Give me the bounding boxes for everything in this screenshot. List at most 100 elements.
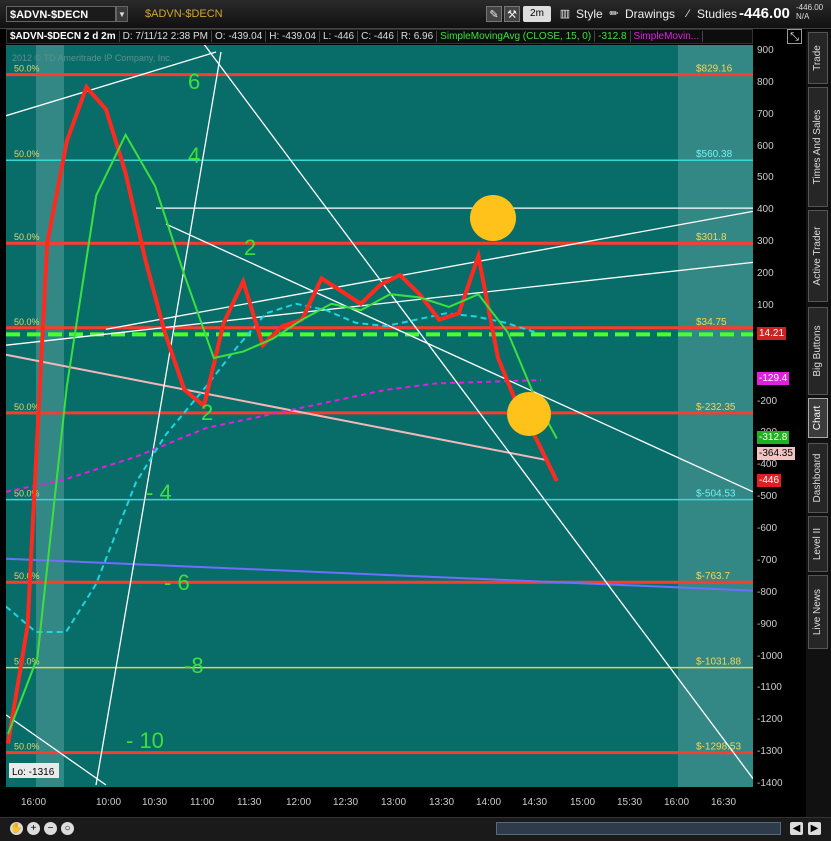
wave-count-label-4: - 4 <box>146 480 172 505</box>
side-tab-trade[interactable]: Trade <box>808 32 828 84</box>
symbol-title: $ADVN-$DECN <box>145 8 223 20</box>
series-line-0 <box>6 83 559 744</box>
zoom-icon[interactable]: ⤡ <box>787 29 802 44</box>
wave-count-label-5: - 6 <box>164 570 190 595</box>
wave-count-label-2: 2 <box>244 235 256 260</box>
side-tab-label: Times And Sales <box>812 109 823 185</box>
watermark: 2012 © TD Ameritrade IP Company, Inc. <box>12 53 173 63</box>
info-close: C: -446 <box>358 31 398 42</box>
x-tick-label: 16:30 <box>711 797 737 808</box>
info-range: R: 6.96 <box>397 31 438 42</box>
side-tab-label: Chart <box>812 405 823 431</box>
price-badge: -312.8 <box>757 431 790 444</box>
fib-price-label-6: $-763.7 <box>696 571 730 582</box>
side-tab-label: Level II <box>812 527 823 561</box>
x-tick-label: 15:00 <box>570 797 596 808</box>
chart-scrollbar[interactable] <box>496 822 781 835</box>
side-tab-dashboard[interactable]: Dashboard <box>808 443 828 513</box>
price-badge: -364.35 <box>757 447 795 460</box>
style-button[interactable]: Style <box>576 6 603 22</box>
top-toolbar: $ADVN-$DECN ▼ $ADVN-$DECN ✎ ⚒ 2m ▥ Style… <box>0 0 831 29</box>
scroll-right-icon[interactable]: ▶ <box>808 822 821 835</box>
wave-count-label-7: - 10 <box>126 728 164 753</box>
reset-zoom-icon[interactable]: ○ <box>61 822 74 835</box>
y-tick-label: 300 <box>757 236 774 248</box>
chart-info-bar: $ADVN-$DECN 2 d 2m D: 7/11/12 2:38 PM O: -… <box>6 29 753 44</box>
info-low: L: -446 <box>319 31 359 42</box>
fib-price-label-1: $560.38 <box>696 149 733 160</box>
y-tick-label: -1100 <box>757 682 782 694</box>
x-tick-label: 13:30 <box>429 797 455 808</box>
wrench-icon[interactable]: ⚒ <box>504 6 520 22</box>
zoom-out-icon[interactable]: − <box>44 822 57 835</box>
price-badge: -129.4 <box>757 372 790 385</box>
fib-pct-label-4: 50.0% <box>14 402 40 412</box>
y-tick-label: -1400 <box>757 778 783 789</box>
info-date: D: 7/11/12 2:38 PM <box>119 31 213 42</box>
last-price: -446.00 <box>739 5 790 22</box>
fib-pct-label-8: 50.0% <box>14 742 40 752</box>
x-tick-label: 14:00 <box>476 797 502 808</box>
purple-trendline <box>6 557 753 592</box>
studies-button[interactable]: Studies <box>697 6 737 22</box>
y-tick-label: 700 <box>757 108 774 120</box>
info-study-value: -312.8 <box>595 31 631 42</box>
side-tab-big-buttons[interactable]: Big Buttons <box>808 307 828 395</box>
side-tab-label: Active Trader <box>812 226 823 286</box>
fib-pct-label-6: 50.0% <box>14 571 40 581</box>
side-tab-active-trader[interactable]: Active Trader <box>808 210 828 302</box>
y-tick-label: -900 <box>757 618 778 630</box>
info-study[interactable]: SimpleMovingAvg (CLOSE, 15, 0) <box>437 31 596 42</box>
price-chart[interactable]: 50.0% $829.16 50.0% $560.38 50.0% $301.8 50.0%… <box>6 45 753 787</box>
symbol-input[interactable]: $ADVN-$DECN <box>6 6 116 22</box>
side-tab-live-news[interactable]: Live News <box>808 575 828 649</box>
y-tick-label: -800 <box>757 586 778 598</box>
y-tick-label: 400 <box>757 204 774 216</box>
y-tick-label: -600 <box>757 523 778 535</box>
highlight-circle-bottom <box>507 392 551 436</box>
x-tick-label: 10:30 <box>142 797 168 808</box>
fib-pct-label-3: 50.0% <box>14 317 40 327</box>
hand-icon[interactable]: ✋ <box>10 822 23 835</box>
x-tick-label: 13:00 <box>381 797 407 808</box>
side-tab-chart[interactable]: Chart <box>808 398 828 438</box>
info-high: H: -439.04 <box>266 31 320 42</box>
symbol-dropdown-icon[interactable]: ▼ <box>116 6 128 22</box>
y-tick-label: 800 <box>757 76 774 88</box>
y-tick-label: -1300 <box>757 746 783 758</box>
x-tick-label: 15:30 <box>617 797 643 808</box>
side-tab-times-and-sales[interactable]: Times And Sales <box>808 87 828 207</box>
wave-count-label-3: 2 <box>201 400 213 425</box>
time-axis[interactable]: 16:00 10:00 10:30 11:00 11:30 12:00 12:30 13:00… <box>6 787 753 817</box>
price-badge: -446 <box>757 474 782 487</box>
side-tab-label: Trade <box>812 45 823 71</box>
wave-count-label-6: -8 <box>184 653 204 678</box>
chart-area[interactable]: 50.0% $829.16 50.0% $560.38 50.0% $301.8 50.0%… <box>6 45 753 787</box>
side-tabs: Trade Times And Sales Active Trader Big But… <box>806 30 831 820</box>
pink-trendline <box>6 353 547 461</box>
magenta-dashed-average <box>6 379 542 493</box>
drawing-tool-icon[interactable]: ✎ <box>486 6 502 22</box>
y-tick-label: 900 <box>757 45 774 56</box>
zoom-in-icon[interactable]: + <box>27 822 40 835</box>
info-description: $ADVN-$DECN 2 d 2m <box>7 31 120 42</box>
y-tick-label: 600 <box>757 140 774 152</box>
info-study2[interactable]: SimpleMovin... <box>630 31 704 42</box>
y-tick-label: -1000 <box>757 650 783 662</box>
y-tick-label: -500 <box>757 491 778 503</box>
side-tab-level-ii[interactable]: Level II <box>808 516 828 572</box>
y-tick-label: 200 <box>757 268 774 280</box>
drawings-button[interactable]: Drawings <box>625 6 675 22</box>
fib-price-label-7: $-1031.88 <box>696 657 741 668</box>
highlight-circle-top <box>470 195 516 241</box>
fib-price-label-8: $-1298.53 <box>696 742 741 753</box>
y-tick-label: 100 <box>757 299 774 311</box>
y-tick-label: -1200 <box>757 714 783 726</box>
price-axis[interactable]: 900800700600500400300200100-200-300-400-… <box>753 45 805 789</box>
side-tab-label: Big Buttons <box>812 325 823 377</box>
fib-price-label-5: $-504.53 <box>696 489 736 500</box>
wave-count-label-0: 6 <box>188 69 200 94</box>
aggregation-button[interactable]: 2m <box>523 6 551 22</box>
fib-price-label-3: $34.75 <box>696 317 727 328</box>
scroll-left-icon[interactable]: ◀ <box>790 822 803 835</box>
